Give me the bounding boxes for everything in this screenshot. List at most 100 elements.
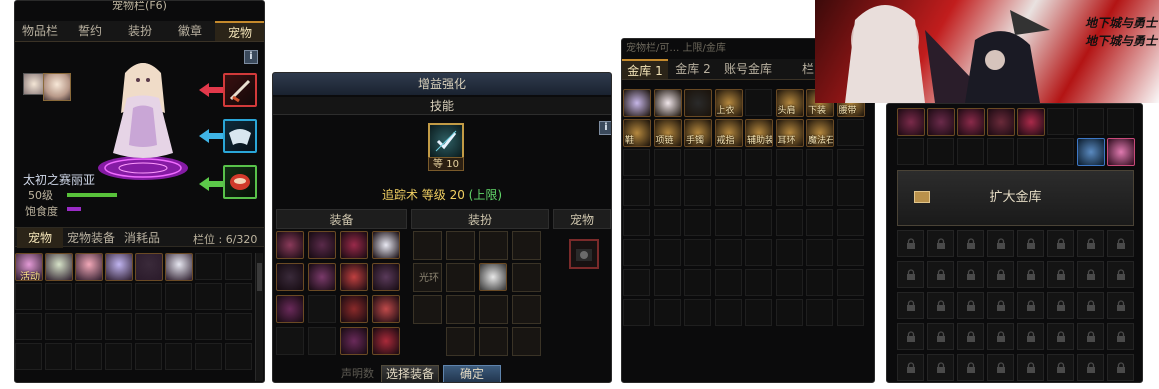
empty-slot[interactable] [135, 313, 162, 340]
equipment-item[interactable] [372, 295, 400, 323]
locked-slot[interactable] [1077, 292, 1104, 319]
equipment-item[interactable] [276, 263, 304, 291]
confirm-button[interactable]: 确定 [443, 365, 501, 382]
tab-pet[interactable]: 宠物 [215, 21, 264, 41]
empty-vault-slot[interactable] [684, 239, 711, 266]
locked-slot[interactable] [987, 230, 1014, 257]
pet-item[interactable] [105, 253, 133, 281]
empty-vault-slot[interactable] [653, 179, 681, 206]
account-vault-item[interactable] [1107, 138, 1135, 166]
locked-slot[interactable] [1077, 230, 1104, 257]
equipment-item[interactable] [276, 231, 304, 259]
vault-item[interactable]: 辅助装备 [745, 119, 773, 147]
empty-avatar-slot[interactable] [446, 327, 475, 356]
empty-vault-slot[interactable] [653, 239, 681, 266]
empty-vault-slot[interactable] [775, 299, 803, 326]
empty-slot[interactable] [195, 313, 222, 340]
pet-item[interactable] [135, 253, 163, 281]
locked-slot[interactable] [1047, 292, 1074, 319]
empty-vault-slot[interactable] [775, 239, 803, 266]
empty-avatar-slot[interactable] [479, 295, 508, 324]
empty-slot[interactable] [15, 283, 42, 310]
info-button[interactable]: i [599, 121, 611, 135]
locked-slot[interactable] [1047, 261, 1074, 288]
empty-vault-slot[interactable] [714, 269, 742, 296]
empty-vault-slot[interactable] [1077, 108, 1104, 135]
empty-avatar-slot[interactable] [446, 263, 475, 292]
equipment-item[interactable] [308, 231, 336, 259]
empty-vault-slot[interactable] [623, 149, 650, 176]
empty-vault-slot[interactable] [775, 179, 803, 206]
empty-vault-slot[interactable] [623, 239, 650, 266]
empty-vault-slot[interactable] [806, 239, 833, 266]
empty-slot[interactable] [75, 283, 102, 310]
empty-vault-slot[interactable] [927, 138, 954, 165]
account-vault-item[interactable] [1017, 108, 1045, 136]
empty-vault-slot[interactable] [1047, 138, 1074, 165]
equipment-item[interactable] [340, 295, 368, 323]
empty-equipment-slot[interactable] [276, 327, 304, 355]
empty-slot[interactable] [75, 313, 102, 340]
empty-vault-slot[interactable] [714, 179, 742, 206]
empty-vault-slot[interactable] [623, 299, 650, 326]
empty-vault-slot[interactable] [836, 269, 864, 296]
locked-slot[interactable] [987, 292, 1014, 319]
empty-vault-slot[interactable] [745, 299, 772, 326]
pet-accessory-slot[interactable] [223, 165, 257, 199]
pet-slot[interactable] [569, 239, 599, 269]
vault-item[interactable]: 鞋 [623, 119, 651, 147]
empty-vault-slot[interactable] [806, 209, 833, 236]
locked-slot[interactable] [957, 292, 984, 319]
empty-vault-slot[interactable] [623, 269, 650, 296]
equipment-item[interactable] [372, 263, 400, 291]
account-vault-item[interactable] [1077, 138, 1105, 166]
equipment-item[interactable] [340, 231, 368, 259]
expand-vault-button[interactable]: 扩大金库 [897, 170, 1134, 226]
equipment-item[interactable] [340, 327, 368, 355]
vault-item[interactable]: 耳环 [775, 119, 804, 147]
empty-slot[interactable] [45, 343, 72, 370]
tab-vault-1[interactable]: 金库 1 [622, 59, 668, 79]
locked-slot[interactable] [897, 292, 924, 319]
pet-companion-icon[interactable] [23, 73, 45, 95]
tab-account-vault[interactable]: 账号金库 [718, 59, 778, 79]
pet-item[interactable] [75, 253, 103, 281]
locked-slot[interactable] [1047, 354, 1074, 381]
empty-avatar-slot[interactable] [446, 295, 475, 324]
account-vault-item[interactable] [957, 108, 985, 136]
tab-avatar[interactable]: 装扮 [115, 21, 165, 41]
empty-vault-slot[interactable] [836, 239, 864, 266]
account-vault-item[interactable] [987, 108, 1015, 136]
empty-vault-slot[interactable] [957, 138, 984, 165]
empty-vault-slot[interactable] [684, 149, 711, 176]
empty-vault-slot[interactable] [745, 269, 772, 296]
empty-vault-slot[interactable] [714, 149, 742, 176]
locked-slot[interactable] [927, 261, 954, 288]
empty-avatar-slot[interactable] [479, 327, 508, 356]
empty-vault-slot[interactable] [775, 269, 803, 296]
vault-item[interactable]: 头肩 [775, 89, 804, 117]
locked-slot[interactable] [897, 230, 924, 257]
locked-slot[interactable] [1017, 230, 1044, 257]
empty-vault-slot[interactable] [745, 179, 772, 206]
empty-vault-slot[interactable] [684, 209, 711, 236]
tab-inventory[interactable]: 物品栏 [15, 21, 65, 41]
empty-vault-slot[interactable] [653, 149, 681, 176]
empty-slot[interactable] [165, 283, 192, 310]
pet-armor-slot[interactable] [223, 119, 257, 153]
empty-slot[interactable] [165, 343, 192, 370]
empty-avatar-slot[interactable] [413, 295, 442, 324]
empty-vault-slot[interactable] [775, 209, 803, 236]
empty-vault-slot[interactable] [684, 269, 711, 296]
locked-slot[interactable] [1017, 292, 1044, 319]
locked-slot[interactable] [1017, 261, 1044, 288]
empty-slot[interactable] [75, 343, 102, 370]
empty-vault-slot[interactable] [836, 209, 864, 236]
locked-slot[interactable] [927, 323, 954, 350]
empty-slot[interactable] [45, 313, 72, 340]
locked-slot[interactable] [927, 354, 954, 381]
empty-vault-slot[interactable] [836, 119, 864, 146]
locked-slot[interactable] [1047, 323, 1074, 350]
locked-slot[interactable] [987, 261, 1014, 288]
vault-item[interactable]: 魔法石 [806, 119, 834, 147]
